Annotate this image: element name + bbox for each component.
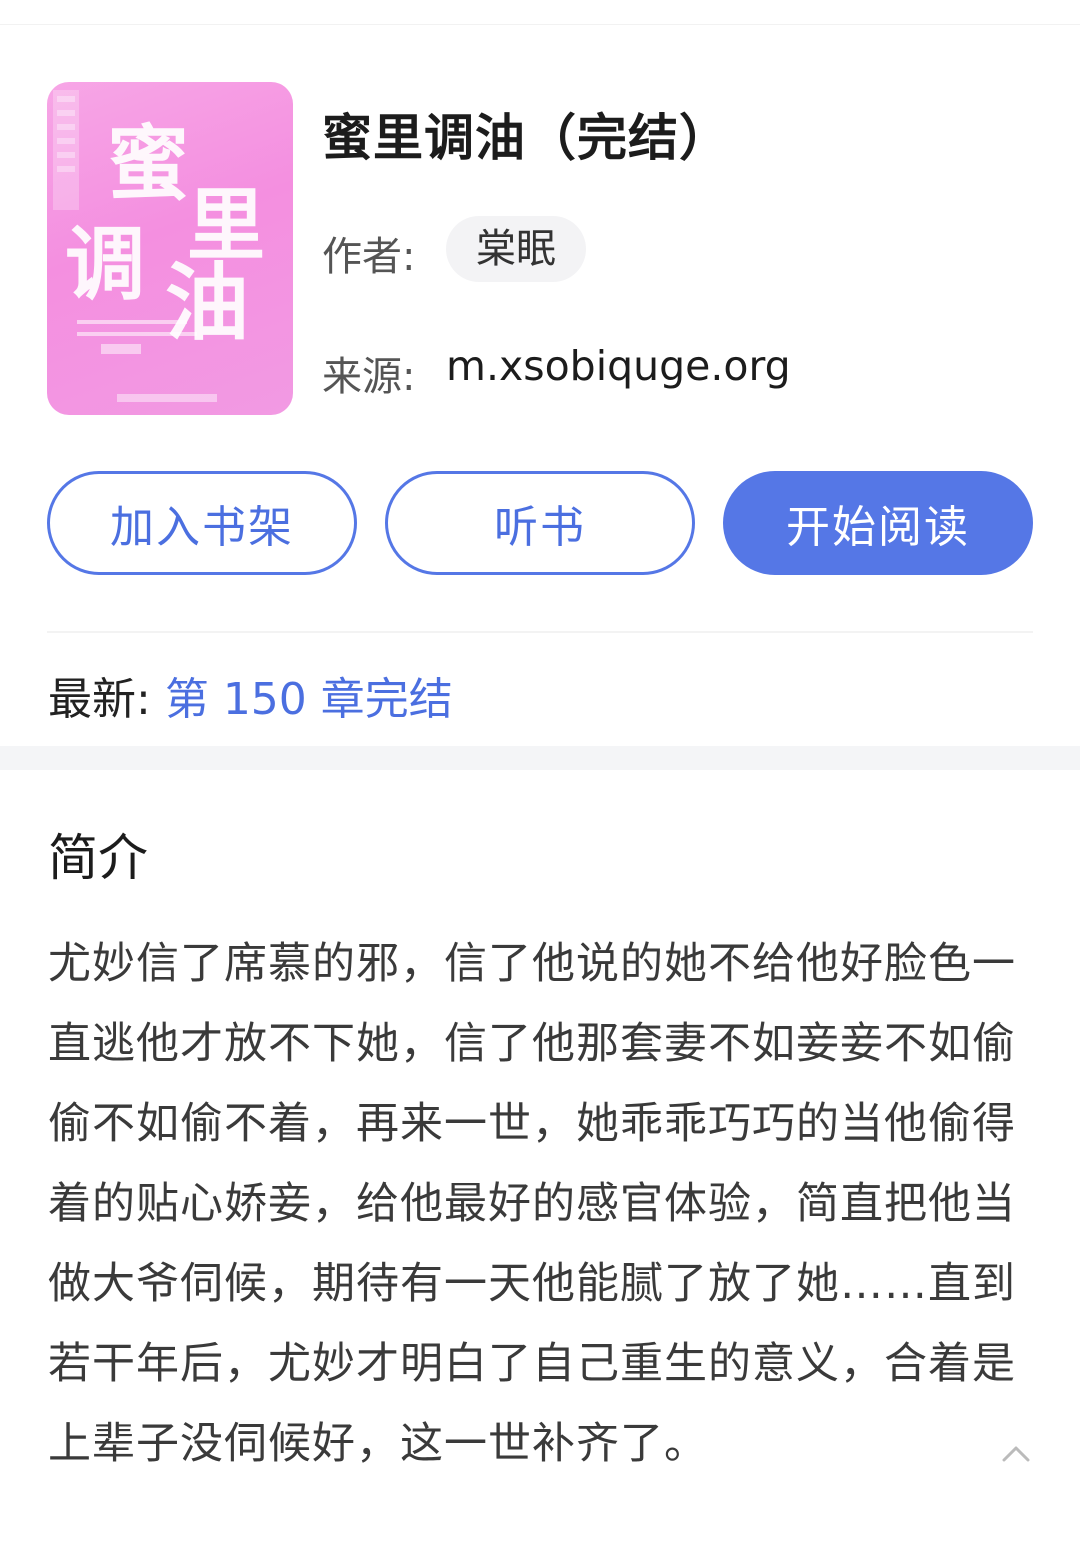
top-divider	[0, 24, 1080, 25]
chevron-up-icon[interactable]	[998, 1436, 1034, 1472]
section-divider	[47, 631, 1033, 633]
book-cover[interactable]: 蜜 里 调 油	[47, 82, 293, 415]
svg-text:油: 油	[165, 253, 249, 352]
latest-chapter-link[interactable]: 第 150 章完结	[165, 674, 453, 725]
section-gap	[0, 746, 1080, 770]
latest-chapter-row: 最新: 第 150 章完结	[48, 663, 453, 727]
source-value: m.xsobiquge.org	[446, 342, 791, 390]
svg-text:调: 调	[65, 217, 145, 311]
intro-text: 尤妙信了席慕的邪，信了他说的她不给他好脸色一直逃他才放不下她，信了他那套妻不如妾…	[48, 939, 1016, 1469]
author-chip[interactable]: 棠眠	[446, 216, 586, 282]
cover-art: 蜜 里 调 油	[53, 90, 265, 402]
source-label: 来源:	[322, 354, 416, 400]
intro-heading: 简介	[48, 829, 148, 887]
author-label: 作者:	[322, 234, 416, 280]
add-to-shelf-button[interactable]: 加入书架	[47, 471, 357, 575]
book-title: 蜜里调油（完结）	[322, 109, 730, 167]
svg-text:蜜: 蜜	[107, 116, 189, 212]
start-reading-button[interactable]: 开始阅读	[723, 471, 1033, 575]
listen-button[interactable]: 听书	[385, 471, 695, 575]
latest-label: 最新:	[48, 674, 151, 725]
